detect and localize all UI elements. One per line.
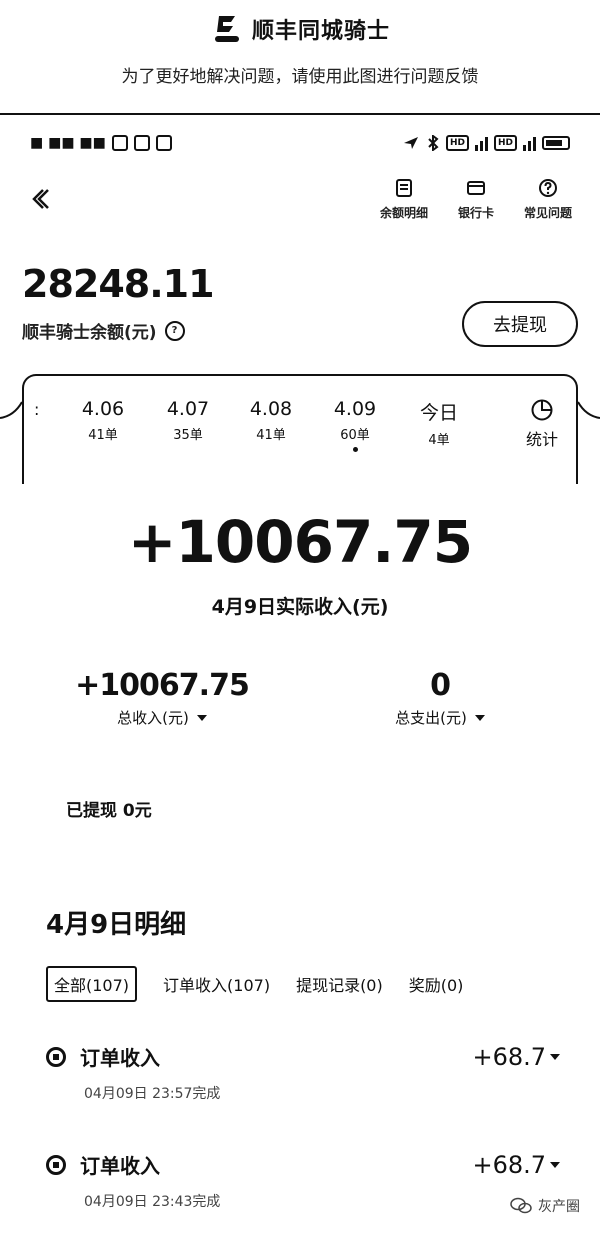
total-expense-value: 0 xyxy=(430,668,451,703)
date-tab-count: 60单 xyxy=(340,428,370,443)
total-income-toggle[interactable]: 总收入(元) xyxy=(117,707,207,728)
balance-amount: 28248.11 xyxy=(22,262,215,306)
record-left: 订单收入 xyxy=(46,1042,160,1071)
total-expense-block: 0 总支出(元) xyxy=(340,668,540,728)
date-tab-count: 4单 xyxy=(428,433,450,448)
date-tab[interactable]: 4.06 41单 xyxy=(68,398,138,443)
question-icon xyxy=(538,179,557,197)
stats-tab-label: 统计 xyxy=(525,430,558,449)
list-item[interactable]: 订单收入 +68.7 04月09日 23:43完成 xyxy=(46,1150,560,1211)
total-expense-toggle[interactable]: 总支出(元) xyxy=(395,707,485,728)
selected-dot-indicator xyxy=(352,447,358,452)
record-time: 04月09日 23:43完成 xyxy=(84,1194,221,1210)
card-wing-decoration xyxy=(577,401,600,419)
filter-rewards[interactable]: 奖励(0) xyxy=(409,972,464,996)
watermark: 灰产圈 xyxy=(510,1196,580,1216)
date-tab[interactable]: 4.08 41单 xyxy=(236,398,306,443)
date-tab-today[interactable]: 今日 4单 xyxy=(404,398,474,448)
date-tabs: : 4.06 41单 4.07 35单 4.08 41单 4.09 60单 今日… xyxy=(30,398,570,458)
record-amount: +68.7 xyxy=(472,1150,546,1179)
total-income-value: +10067.75 xyxy=(75,668,250,703)
total-expense-label: 总支出(元) xyxy=(395,709,467,727)
header-action-balance-detail[interactable]: 余额明细 xyxy=(380,178,428,221)
caret-down-icon xyxy=(196,714,207,721)
date-tab-date: 4.06 xyxy=(81,398,125,420)
card-icon xyxy=(466,181,485,195)
record-left: 订单收入 xyxy=(46,1150,160,1179)
record-title: 订单收入 xyxy=(80,1154,160,1178)
date-tab-selected[interactable]: 4.09 60单 xyxy=(320,398,390,452)
header-actions: 余额明细 银行卡 常见问题 xyxy=(380,178,572,221)
date-tab-count: 41单 xyxy=(88,428,118,443)
filter-withdraw-records[interactable]: 提现记录(0) xyxy=(296,972,383,996)
wechat-icon xyxy=(510,1197,532,1214)
detail-title: 4月9日明细 xyxy=(46,910,187,940)
list-item[interactable]: 订单收入 +68.7 04月09日 23:57完成 xyxy=(46,1042,560,1103)
filter-order-income[interactable]: 订单收入(107) xyxy=(163,972,270,996)
notification-icon xyxy=(111,135,128,151)
battery-icon xyxy=(542,136,570,150)
balance-label: 顺丰骑士余额(元) xyxy=(22,323,157,343)
date-tab-date: 4.08 xyxy=(249,398,293,420)
header-action-faq[interactable]: 常见问题 xyxy=(524,178,572,221)
filter-all[interactable]: 全部(107) xyxy=(46,966,138,1002)
header-action-label: 余额明细 xyxy=(379,206,428,220)
total-income-label: 总收入(元) xyxy=(117,709,189,727)
status-left: ■ ■■ ■■ xyxy=(30,135,172,151)
record-time: 04月09日 23:57完成 xyxy=(84,1086,221,1102)
day-income-label: 4月9日实际收入(元) xyxy=(211,596,389,618)
brand-row: 顺丰同城骑士 xyxy=(0,12,600,46)
card-wing-decoration xyxy=(0,401,23,419)
location-icon xyxy=(403,137,418,149)
status-bar: ■ ■■ ■■ HD HD xyxy=(30,128,570,158)
notification-icon xyxy=(155,135,172,151)
receipt-icon xyxy=(395,179,412,197)
hd-icon: HD xyxy=(445,135,469,151)
record-main-row: 订单收入 +68.7 xyxy=(46,1042,560,1071)
order-icon xyxy=(46,1154,66,1175)
back-chevron-icon[interactable] xyxy=(30,184,60,214)
brand-banner: 顺丰同城骑士 为了更好地解决问题，请使用此图进行问题反馈 xyxy=(0,0,600,115)
stats-tab[interactable]: 统计 xyxy=(512,398,572,450)
caret-down-icon xyxy=(474,714,485,721)
date-tab-count: 35单 xyxy=(173,428,203,443)
app-name: 顺丰同城骑士 xyxy=(251,19,390,44)
record-amount-toggle[interactable]: +68.7 xyxy=(472,1043,560,1071)
help-icon[interactable]: ? xyxy=(164,320,185,341)
bluetooth-icon xyxy=(428,135,439,151)
clock-icon xyxy=(531,399,553,421)
banner-subtitle: 为了更好地解决问题，请使用此图进行问题反馈 xyxy=(121,67,479,87)
status-right: HD HD xyxy=(402,135,570,151)
date-tab-date: 今日 xyxy=(419,402,458,424)
header-action-label: 常见问题 xyxy=(523,206,572,220)
order-icon xyxy=(46,1046,66,1067)
header-action-bank-card[interactable]: 银行卡 xyxy=(458,178,494,221)
date-tab-date: 4.07 xyxy=(166,398,210,420)
sf-logo-icon xyxy=(214,16,239,42)
date-tab-partial[interactable]: : xyxy=(34,400,39,419)
caret-down-icon xyxy=(550,1053,560,1060)
signal-icon xyxy=(474,135,488,151)
record-main-row: 订单收入 +68.7 xyxy=(46,1150,560,1179)
withdrawn-amount: 已提现 0元 xyxy=(66,801,152,821)
watermark-text: 灰产圈 xyxy=(538,1199,580,1215)
date-tab-date: 4.09 xyxy=(333,398,377,420)
record-amount-toggle[interactable]: +68.7 xyxy=(472,1151,560,1179)
filter-row: 全部(107) 订单收入(107) 提现记录(0) 奖励(0) xyxy=(46,966,463,1002)
caret-down-icon xyxy=(550,1161,560,1168)
total-income-block: +10067.75 总收入(元) xyxy=(62,668,262,728)
hd-icon: HD xyxy=(493,135,517,151)
carrier-text: ■ ■■ ■■ xyxy=(30,135,106,151)
signal-icon xyxy=(523,135,536,151)
balance-label-row: 顺丰骑士余额(元) ? xyxy=(22,318,185,343)
date-tab[interactable]: 4.07 35单 xyxy=(153,398,223,443)
record-amount: +68.7 xyxy=(472,1042,546,1071)
notification-icon xyxy=(133,135,150,151)
header-action-label: 银行卡 xyxy=(457,206,494,220)
day-income-amount: +10067.75 xyxy=(127,508,473,576)
record-title: 订单收入 xyxy=(80,1046,160,1070)
withdraw-button[interactable]: 去提现 xyxy=(462,301,578,347)
date-tab-count: 41单 xyxy=(256,428,286,443)
